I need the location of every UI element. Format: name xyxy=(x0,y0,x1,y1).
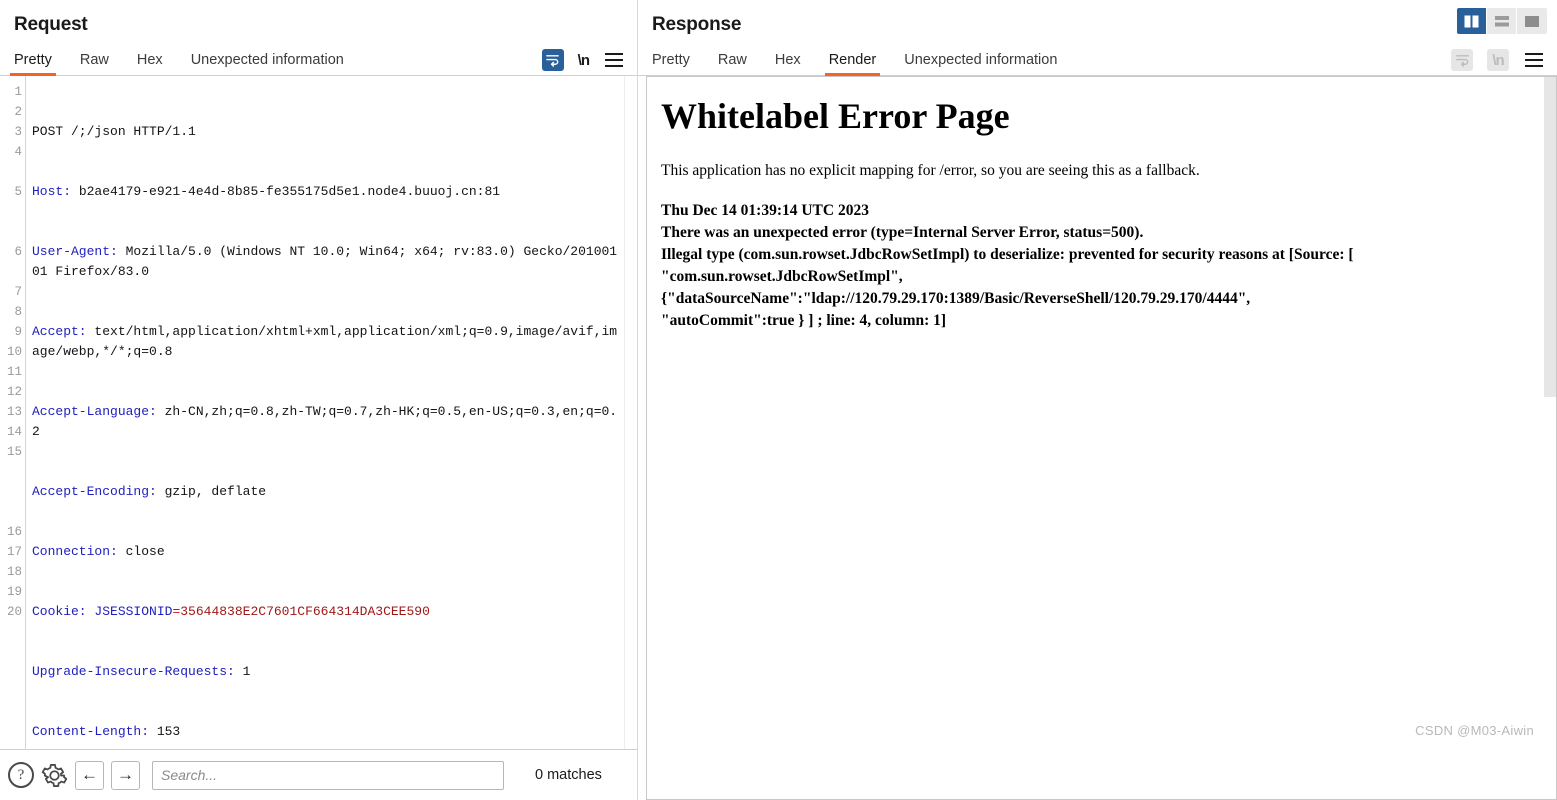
response-scrollbar-thumb[interactable] xyxy=(1544,77,1556,397)
request-tabbar: Pretty Raw Hex Unexpected information \n xyxy=(0,42,637,76)
search-previous-button[interactable]: ← xyxy=(75,760,104,790)
line-number: 10 xyxy=(6,345,22,359)
newline-icon[interactable]: \n xyxy=(1487,49,1509,71)
line-number: 7 xyxy=(14,285,22,299)
code-line-7: Connection: close xyxy=(32,544,165,559)
search-matches-count: 0 matches xyxy=(535,767,602,783)
response-tab-raw[interactable]: Raw xyxy=(718,52,747,75)
request-editor-scrollbar[interactable] xyxy=(624,76,637,749)
vertical-split-layout-button[interactable] xyxy=(1457,8,1487,34)
line-number: 4 xyxy=(14,145,22,159)
response-tab-icons: \n xyxy=(1451,49,1545,71)
code-line-3: User-Agent: Mozilla/5.0 (Windows NT 10.0… xyxy=(32,244,618,279)
response-scrollbar[interactable] xyxy=(1544,77,1556,750)
error-details: Thu Dec 14 01:39:14 UTC 2023 There was a… xyxy=(661,200,1534,332)
response-tabbar: Pretty Raw Hex Render Unexpected informa… xyxy=(638,42,1557,76)
line-number: 20 xyxy=(6,605,22,619)
request-tab-icons: \n xyxy=(541,49,625,71)
response-render-area: Whitelabel Error Page This application h… xyxy=(646,76,1557,750)
page-title: Whitelabel Error Page xyxy=(661,96,1010,136)
code-line-9: Upgrade-Insecure-Requests: 1 xyxy=(32,664,251,679)
code-line-1: POST /;/json HTTP/1.1 xyxy=(32,124,196,139)
code-line-5: Accept-Language: zh-CN,zh;q=0.8,zh-TW;q=… xyxy=(32,404,618,439)
newline-icon[interactable]: \n xyxy=(578,52,590,69)
code-line-8: Cookie: JSESSIONID=35644838E2C7601CF6643… xyxy=(32,604,430,619)
error-summary: There was an unexpected error (type=Inte… xyxy=(661,223,1144,241)
gear-icon[interactable] xyxy=(41,762,68,789)
line-number: 13 xyxy=(6,405,22,419)
request-bottom-toolbar: ? ← → 0 matches xyxy=(0,750,637,800)
horizontal-split-layout-button[interactable] xyxy=(1487,8,1517,34)
whitelabel-error-document: Whitelabel Error Page This application h… xyxy=(647,77,1556,332)
help-icon[interactable]: ? xyxy=(8,762,34,788)
error-message-line-2: {"dataSourceName":"ldap://120.79.29.170:… xyxy=(661,289,1251,307)
code-line-6: Accept-Encoding: gzip, deflate xyxy=(32,484,267,499)
line-number: 2 xyxy=(14,105,22,119)
request-tab-hex[interactable]: Hex xyxy=(137,52,163,75)
burp-suite-window: Request Pretty Raw Hex Unexpected inform… xyxy=(0,0,1557,800)
search-next-button[interactable]: → xyxy=(111,760,140,790)
line-number: 1 xyxy=(14,85,22,99)
line-number: 9 xyxy=(14,325,22,339)
line-number: 14 xyxy=(6,425,22,439)
layout-toggle-group xyxy=(1457,8,1547,34)
code-line-10: Content-Length: 153 xyxy=(32,724,181,739)
request-code-content[interactable]: POST /;/json HTTP/1.1 Host: b2ae4179-e92… xyxy=(27,76,623,749)
line-number: 5 xyxy=(14,185,22,199)
request-panel: Request Pretty Raw Hex Unexpected inform… xyxy=(0,0,638,800)
response-tab-pretty[interactable]: Pretty xyxy=(652,52,690,75)
response-tab-unexpected-information[interactable]: Unexpected information xyxy=(904,52,1057,75)
response-panel: Response Pretty Raw Hex Render Unexpecte… xyxy=(638,0,1557,800)
response-panel-footer xyxy=(646,750,1557,800)
hamburger-menu-icon[interactable] xyxy=(1523,49,1545,71)
line-number: 8 xyxy=(14,305,22,319)
response-panel-title: Response xyxy=(652,14,742,35)
response-tab-render[interactable]: Render xyxy=(824,52,880,76)
response-tab-hex[interactable]: Hex xyxy=(775,52,801,75)
request-editor[interactable]: 1 2 3 4 5 6 7 8 9 10 11 12 13 14 15 16 1… xyxy=(0,76,637,750)
line-number: 11 xyxy=(6,365,22,379)
line-number: 16 xyxy=(6,525,22,539)
line-number: 19 xyxy=(6,585,22,599)
watermark: CSDN @M03-Aiwin xyxy=(1415,723,1534,738)
line-number: 15 xyxy=(6,445,22,459)
error-message-line-1: Illegal type (com.sun.rowset.JdbcRowSetI… xyxy=(661,245,1354,285)
request-tab-pretty[interactable]: Pretty xyxy=(10,52,56,76)
code-line-4: Accept: text/html,application/xhtml+xml,… xyxy=(32,324,618,359)
error-timestamp: Thu Dec 14 01:39:14 UTC 2023 xyxy=(661,201,869,219)
word-wrap-icon[interactable] xyxy=(1451,49,1473,71)
line-number: 18 xyxy=(6,565,22,579)
line-number: 3 xyxy=(14,125,22,139)
line-number: 12 xyxy=(6,385,22,399)
code-line-2: Host: b2ae4179-e921-4e4d-8b85-fe355175d5… xyxy=(32,184,501,199)
request-tab-raw[interactable]: Raw xyxy=(80,52,109,75)
request-panel-title: Request xyxy=(14,14,88,35)
request-tab-unexpected-information[interactable]: Unexpected information xyxy=(191,52,344,75)
hamburger-menu-icon[interactable] xyxy=(603,49,625,71)
request-line-number-gutter: 1 2 3 4 5 6 7 8 9 10 11 12 13 14 15 16 1… xyxy=(0,76,26,749)
single-pane-layout-button[interactable] xyxy=(1517,8,1547,34)
error-message-line-3: "autoCommit":true } ] ; line: 4, column:… xyxy=(661,311,947,329)
search-input[interactable] xyxy=(152,760,504,790)
word-wrap-icon[interactable] xyxy=(541,49,564,71)
line-number: 17 xyxy=(6,545,22,559)
line-number: 6 xyxy=(14,245,22,259)
error-intro-text: This application has no explicit mapping… xyxy=(661,161,1200,179)
